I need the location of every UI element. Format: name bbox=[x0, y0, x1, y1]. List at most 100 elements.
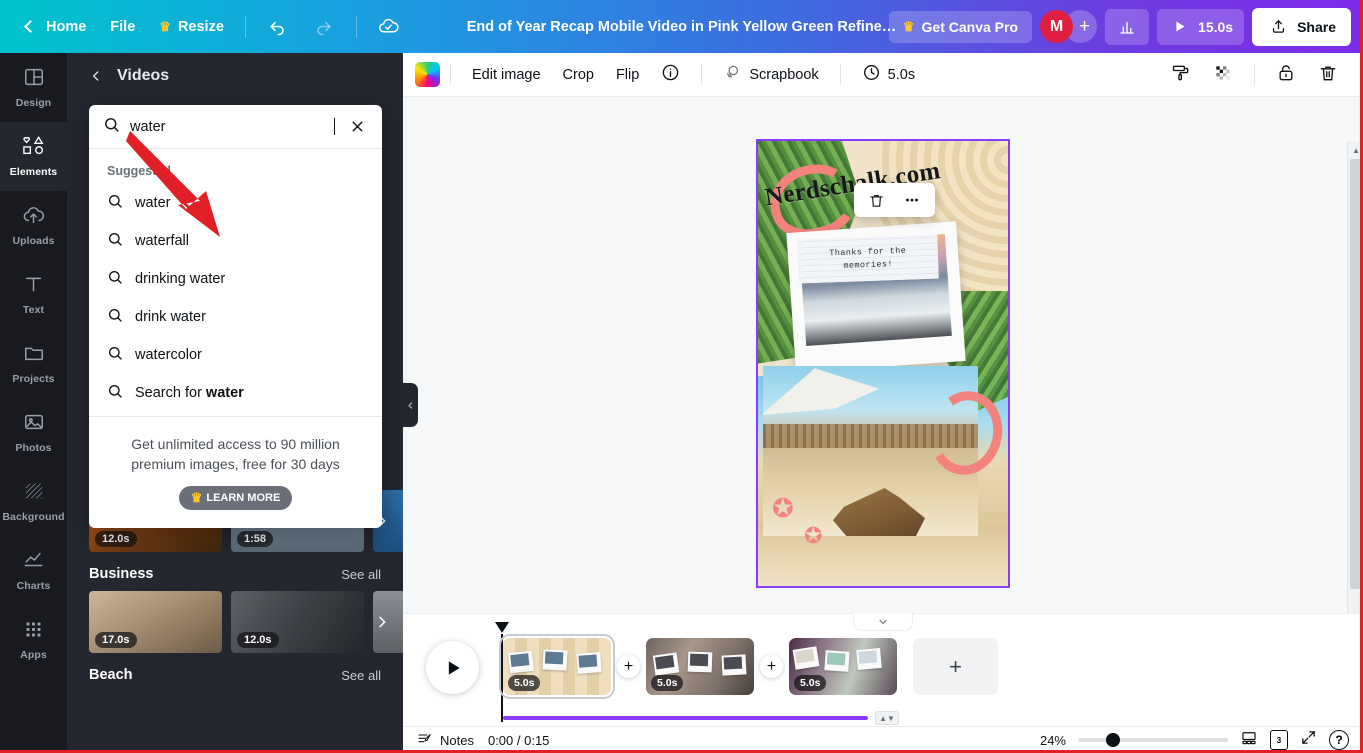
zoom-slider[interactable] bbox=[1078, 733, 1228, 747]
insights-button[interactable] bbox=[1105, 8, 1150, 45]
zoom-slider-knob[interactable] bbox=[1106, 733, 1120, 747]
sidebar-item-elements[interactable]: Elements bbox=[0, 114, 67, 199]
see-all-link[interactable]: See all bbox=[341, 668, 381, 683]
more-options-button[interactable] bbox=[897, 188, 927, 212]
share-button[interactable]: Share bbox=[1252, 7, 1351, 46]
insert-scene-button[interactable]: + bbox=[617, 655, 640, 678]
insert-scene-button[interactable]: + bbox=[760, 655, 783, 678]
playhead-marker[interactable] bbox=[495, 622, 509, 633]
memories-note[interactable]: Thanks for the memories! bbox=[797, 234, 939, 284]
timeline-scene[interactable]: 5.0s bbox=[789, 638, 897, 695]
notes-label: Notes bbox=[440, 732, 474, 748]
divider bbox=[701, 64, 703, 85]
video-thumbnail[interactable]: 12.0s bbox=[231, 591, 364, 653]
category-title: Beach bbox=[89, 667, 133, 683]
color-swatch-button[interactable] bbox=[415, 62, 440, 87]
timeline-scene[interactable]: 5.0s bbox=[499, 634, 615, 699]
clear-search-button[interactable] bbox=[345, 114, 370, 139]
learn-more-button[interactable]: ♛ LEARN MORE bbox=[178, 485, 293, 510]
page-count-button[interactable]: 3 bbox=[1270, 730, 1288, 750]
get-canva-pro-button[interactable]: ♛ Get Canva Pro bbox=[888, 10, 1033, 43]
sidebar-item-projects[interactable]: Projects bbox=[0, 329, 67, 398]
sidebar-item-uploads[interactable]: Uploads bbox=[0, 191, 67, 260]
pink-star-2[interactable]: ✪ bbox=[804, 523, 822, 549]
video-duration: 17.0s bbox=[95, 632, 137, 648]
share-label: Share bbox=[1297, 18, 1336, 35]
file-menu-button[interactable]: File bbox=[98, 12, 147, 42]
info-button[interactable] bbox=[650, 56, 691, 93]
video-thumbnail[interactable]: 17.0s bbox=[89, 591, 222, 653]
suggestion-item[interactable]: drink water bbox=[89, 298, 382, 336]
timeline-scene[interactable]: 5.0s bbox=[646, 638, 754, 695]
clock-icon bbox=[862, 63, 881, 86]
paint-roller-icon bbox=[1171, 63, 1191, 87]
panel-title: Videos bbox=[117, 67, 170, 84]
suggestion-item[interactable]: drinking water bbox=[89, 260, 382, 298]
cloud-saved-icon bbox=[378, 16, 400, 38]
transparency-icon bbox=[1213, 63, 1233, 87]
help-button[interactable]: ? bbox=[1329, 730, 1349, 750]
resize-button[interactable]: ♛ Resize bbox=[147, 12, 236, 42]
avatar[interactable]: M bbox=[1040, 10, 1074, 43]
bar-chart-icon bbox=[1116, 16, 1138, 38]
category-header-beach: Beach See all bbox=[89, 667, 381, 683]
layout-icon bbox=[23, 66, 45, 93]
suggestion-item[interactable]: waterfall bbox=[89, 222, 382, 260]
timeline-collapse-button[interactable] bbox=[853, 613, 913, 631]
paint-roller-button[interactable] bbox=[1160, 56, 1202, 94]
suggestion-item[interactable]: water bbox=[89, 184, 382, 222]
delete-button[interactable] bbox=[1307, 56, 1349, 94]
crop-button[interactable]: Crop bbox=[552, 60, 605, 90]
grid-view-button[interactable] bbox=[1240, 729, 1258, 752]
canva-editor-window: Home File ♛ Resize End of Year Recap Mob… bbox=[0, 0, 1363, 753]
edit-image-button[interactable]: Edit image bbox=[461, 60, 552, 90]
divider bbox=[355, 15, 357, 38]
search-icon bbox=[107, 231, 123, 251]
delete-element-button[interactable] bbox=[862, 189, 891, 212]
fullscreen-button[interactable] bbox=[1300, 729, 1317, 751]
sidebar-item-background[interactable]: Background bbox=[0, 467, 67, 536]
cloud-saved-button[interactable] bbox=[366, 9, 412, 45]
search-input[interactable] bbox=[130, 118, 331, 135]
video-duration: 1:58 bbox=[237, 531, 274, 547]
flip-button[interactable]: Flip bbox=[605, 60, 650, 90]
present-duration-button[interactable]: 15.0s bbox=[1157, 8, 1245, 45]
info-icon bbox=[661, 63, 680, 86]
sidebar-item-photos[interactable]: Photos bbox=[0, 398, 67, 467]
suggestion-item[interactable]: watercolor bbox=[89, 336, 382, 374]
panel-collapse-handle[interactable] bbox=[403, 383, 418, 427]
sidebar-item-text[interactable]: Text bbox=[0, 260, 67, 329]
notes-button[interactable]: Notes bbox=[417, 731, 474, 750]
panel-header: Videos bbox=[67, 53, 403, 95]
category-header-business: Business See all bbox=[89, 566, 381, 582]
see-all-link[interactable]: See all bbox=[341, 567, 381, 582]
timeline-resize-handle[interactable]: ▲▼ bbox=[875, 711, 899, 725]
add-page-button[interactable]: + bbox=[913, 638, 998, 695]
page-count-label: 3 bbox=[1276, 735, 1282, 745]
grid-dots-icon bbox=[23, 619, 44, 645]
canvas-viewport[interactable]: Nerdschalk.com Thanks for the memories! … bbox=[403, 97, 1363, 630]
search-for-query-item[interactable]: Search for water bbox=[89, 374, 382, 416]
top-bar: Home File ♛ Resize End of Year Recap Mob… bbox=[0, 0, 1363, 53]
row-next-button[interactable] bbox=[369, 609, 395, 635]
panel-back-button[interactable] bbox=[89, 69, 103, 83]
scene-thumb-polaroid bbox=[652, 652, 680, 676]
design-page[interactable]: Nerdschalk.com Thanks for the memories! … bbox=[756, 139, 1010, 588]
scene-thumb-polaroid bbox=[824, 650, 850, 672]
divider bbox=[244, 15, 246, 38]
search-for-label: Search for bbox=[135, 385, 206, 401]
scene-duration-bar[interactable] bbox=[503, 716, 868, 720]
play-button[interactable] bbox=[426, 641, 479, 694]
pink-star-1[interactable]: ✪ bbox=[772, 493, 794, 524]
element-duration-button[interactable]: 5.0s bbox=[851, 56, 926, 93]
undo-button[interactable] bbox=[255, 9, 301, 45]
home-button[interactable]: Home bbox=[14, 12, 98, 42]
sidebar-item-charts[interactable]: Charts bbox=[0, 536, 67, 605]
lock-button[interactable] bbox=[1265, 56, 1307, 94]
redo-button[interactable] bbox=[301, 9, 347, 45]
scrapbook-button[interactable]: Scrapbook bbox=[712, 56, 829, 93]
crown-icon: ♛ bbox=[159, 18, 171, 34]
transparency-button[interactable] bbox=[1202, 56, 1244, 94]
sidebar-item-apps[interactable]: Apps bbox=[0, 605, 67, 674]
sidebar-item-design[interactable]: Design bbox=[0, 53, 67, 122]
